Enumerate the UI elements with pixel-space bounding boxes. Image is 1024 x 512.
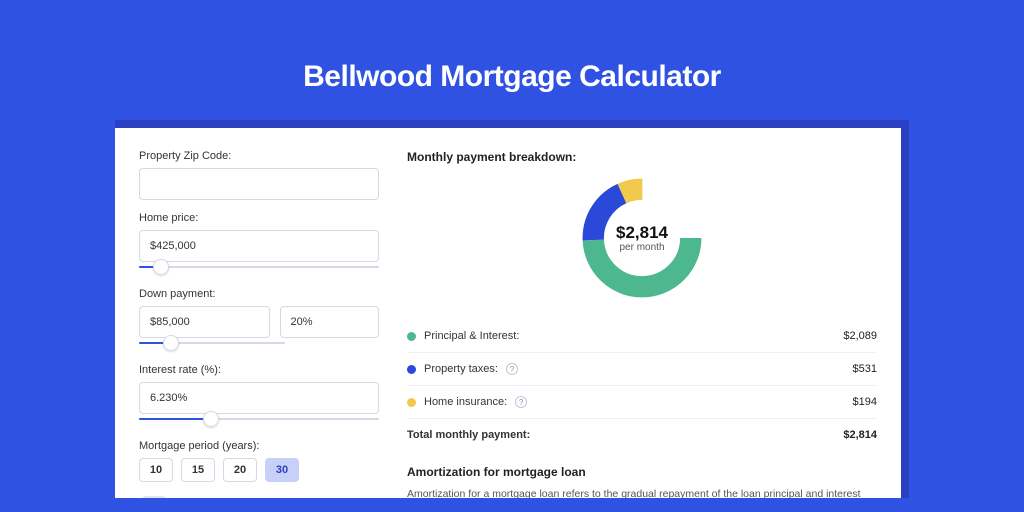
input-zip[interactable]	[139, 168, 379, 200]
page: Bellwood Mortgage Calculator Property Zi…	[0, 0, 1024, 512]
field-veteran: I am veteran or military	[139, 496, 379, 498]
breakdown-legend: Principal & Interest: $2,089 Property taxe…	[407, 320, 877, 418]
field-interest-rate: Interest rate (%):	[139, 364, 379, 428]
period-button-15[interactable]: 15	[181, 458, 215, 482]
legend-row-ins: Home insurance:? $194	[407, 385, 877, 418]
slider-thumb[interactable]	[163, 335, 179, 351]
breakdown-column: Monthly payment breakdown: $2,814 per mo…	[407, 150, 877, 498]
input-down-payment-amount[interactable]	[139, 306, 270, 338]
slider-thumb[interactable]	[153, 259, 169, 275]
amortization-text: Amortization for a mortgage loan refers …	[407, 487, 877, 498]
donut-center-sub: per month	[616, 242, 668, 253]
legend-value: $2,089	[843, 330, 877, 342]
period-button-30[interactable]: 30	[265, 458, 299, 482]
breakdown-title: Monthly payment breakdown:	[407, 150, 877, 164]
donut-center: $2,814 per month	[616, 223, 668, 253]
label-down-payment: Down payment:	[139, 288, 379, 300]
field-home-price: Home price:	[139, 212, 379, 276]
legend-total-label: Total monthly payment:	[407, 429, 530, 441]
calculator-card: Property Zip Code: Home price: Down paym…	[115, 128, 901, 498]
label-home-price: Home price:	[139, 212, 379, 224]
slider-thumb[interactable]	[203, 411, 219, 427]
field-zip: Property Zip Code:	[139, 150, 379, 200]
label-period: Mortgage period (years):	[139, 440, 379, 452]
legend-value: $531	[853, 363, 877, 375]
field-period: Mortgage period (years): 10 15 20 30	[139, 440, 379, 482]
slider-fill	[139, 418, 211, 420]
form-column: Property Zip Code: Home price: Down paym…	[139, 150, 379, 498]
slider-home-price[interactable]	[139, 262, 379, 276]
slider-interest-rate[interactable]	[139, 414, 379, 428]
amortization-title: Amortization for mortgage loan	[407, 465, 877, 479]
help-icon[interactable]: ?	[515, 396, 527, 408]
slider-down-payment[interactable]	[139, 338, 285, 352]
help-icon[interactable]: ?	[506, 363, 518, 375]
legend-label: Property taxes:	[424, 363, 498, 375]
legend-row-tax: Property taxes:? $531	[407, 352, 877, 385]
donut-center-amount: $2,814	[616, 223, 668, 243]
input-home-price[interactable]	[139, 230, 379, 262]
label-zip: Property Zip Code:	[139, 150, 379, 162]
period-button-20[interactable]: 20	[223, 458, 257, 482]
page-title: Bellwood Mortgage Calculator	[303, 60, 721, 94]
legend-row-total: Total monthly payment: $2,814	[407, 418, 877, 451]
slider-track	[139, 266, 379, 268]
input-interest-rate[interactable]	[139, 382, 379, 414]
legend-label: Home insurance:	[424, 396, 507, 408]
label-interest-rate: Interest rate (%):	[139, 364, 379, 376]
input-down-payment-pct[interactable]	[280, 306, 380, 338]
period-button-10[interactable]: 10	[139, 458, 173, 482]
legend-dot-icon	[407, 365, 416, 374]
legend-row-pi: Principal & Interest: $2,089	[407, 320, 877, 352]
card-backdrop: Property Zip Code: Home price: Down paym…	[115, 120, 909, 498]
legend-dot-icon	[407, 332, 416, 341]
legend-total-value: $2,814	[843, 429, 877, 441]
toggle-veteran[interactable]	[139, 496, 169, 498]
donut-chart-wrap: $2,814 per month	[407, 174, 877, 302]
legend-value: $194	[853, 396, 877, 408]
legend-label: Principal & Interest:	[424, 330, 519, 342]
period-button-group: 10 15 20 30	[139, 458, 379, 482]
field-down-payment: Down payment:	[139, 288, 379, 352]
legend-dot-icon	[407, 398, 416, 407]
